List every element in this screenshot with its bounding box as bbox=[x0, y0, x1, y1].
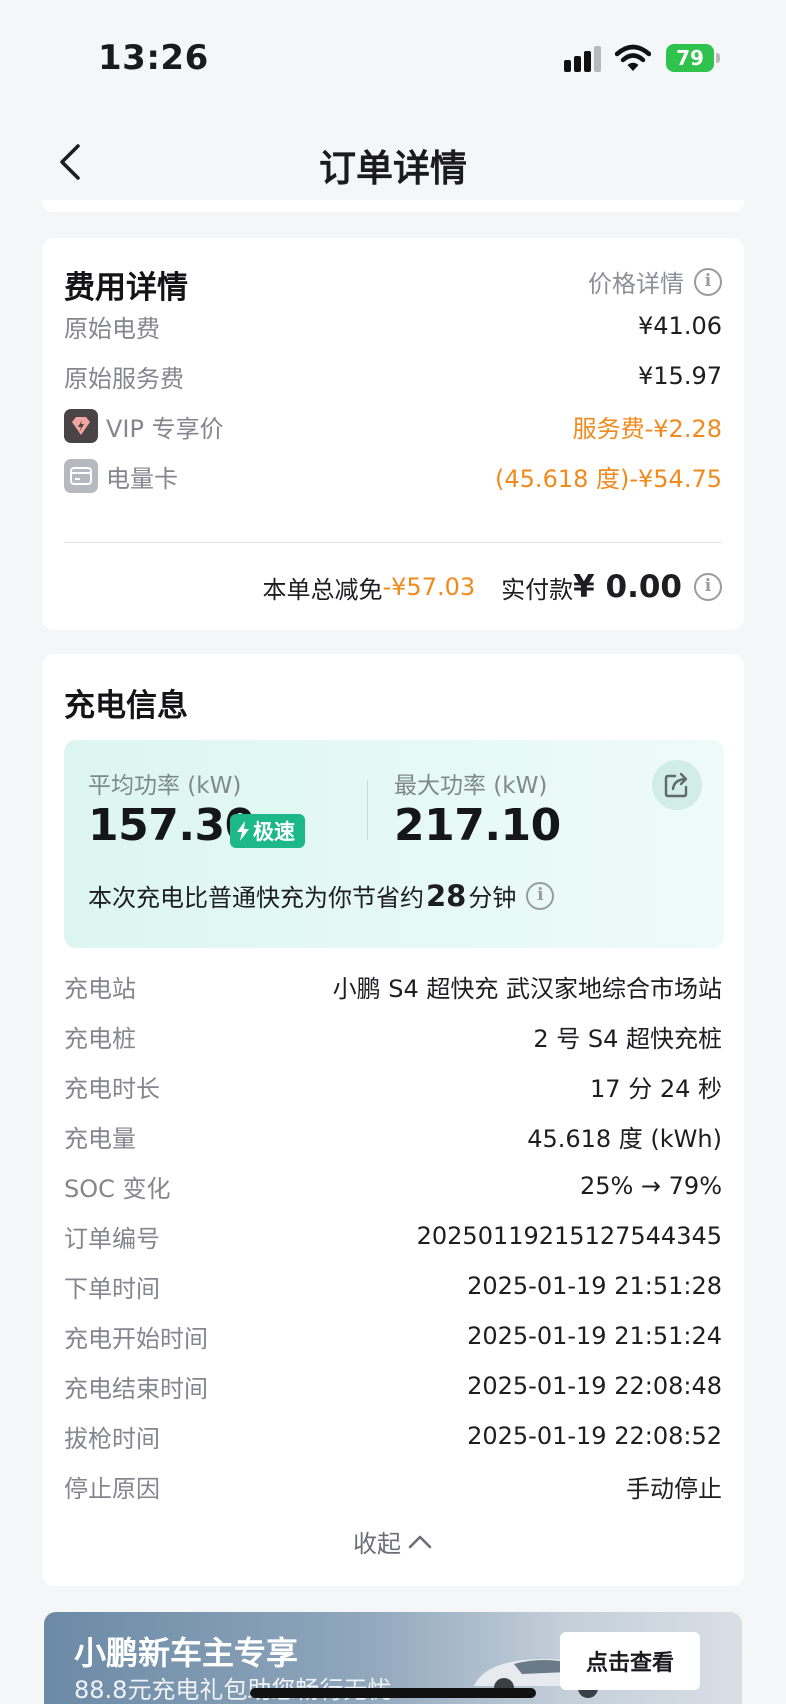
fee-details-card: 费用详情 价格详情 i 原始电费 ¥41.06 原始服务费 ¥15.97 VIP… bbox=[42, 238, 744, 630]
charge-row-order-time: 下单时间 2025-01-19 21:51:28 bbox=[64, 1266, 722, 1306]
battery-cap bbox=[716, 53, 720, 63]
home-indicator bbox=[250, 1688, 536, 1698]
charge-row-label: 充电站 bbox=[64, 974, 136, 1003]
max-power-label: 最大功率 (kW) bbox=[394, 773, 548, 799]
charge-row-value: 25% → 79% bbox=[579, 1172, 722, 1200]
total-line: 本单总减免 -¥57.03 实付款 ¥ 0.00 i bbox=[262, 564, 722, 610]
fee-row-value: 服务费-¥2.28 bbox=[572, 414, 722, 443]
fee-row-electricity: 原始电费 ¥41.06 bbox=[64, 306, 722, 346]
charge-row-label: 拔枪时间 bbox=[64, 1424, 160, 1453]
charge-row-value: 2 号 S4 超快充桩 bbox=[533, 1024, 722, 1053]
charge-row-label: 充电桩 bbox=[64, 1024, 136, 1053]
chevron-up-icon bbox=[408, 1535, 432, 1548]
charge-row-order-number: 订单编号 20250119215127544345 bbox=[64, 1216, 722, 1256]
charge-row-label: 充电结束时间 bbox=[64, 1374, 208, 1403]
power-summary: 平均功率 (kW) 157.30 极速 最大功率 (kW) 217.10 本次充… bbox=[64, 740, 724, 948]
status-bar: 13:26 79 bbox=[0, 0, 786, 110]
fee-row-label: VIP 专享价 bbox=[106, 414, 224, 443]
vip-diamond-icon bbox=[64, 409, 98, 443]
charge-row-energy: 充电量 45.618 度 (kWh) bbox=[64, 1116, 722, 1156]
fast-badge-label: 极速 bbox=[253, 820, 295, 844]
paid-label: 实付款 bbox=[501, 575, 574, 604]
charge-row-unplug-time: 拔枪时间 2025-01-19 22:08:52 bbox=[64, 1416, 722, 1456]
fee-row-vip: VIP 专享价 服务费-¥2.28 bbox=[64, 406, 722, 446]
nav-bar: 订单详情 bbox=[0, 120, 786, 204]
total-discount-value: -¥57.03 bbox=[382, 573, 476, 601]
info-icon[interactable]: i bbox=[526, 881, 555, 910]
charge-row-label: SOC 变化 bbox=[64, 1174, 171, 1203]
fee-row-value: ¥41.06 bbox=[638, 312, 722, 340]
charge-row-value: 2025-01-19 22:08:48 bbox=[467, 1372, 722, 1400]
info-icon[interactable]: i bbox=[694, 573, 722, 601]
charge-info-card: 充电信息 平均功率 (kW) 157.30 极速 最大功率 (kW) 217.1… bbox=[42, 654, 744, 1586]
charge-info-title: 充电信息 bbox=[64, 688, 188, 724]
charge-row-value: 17 分 24 秒 bbox=[590, 1074, 722, 1103]
charge-row-duration: 充电时长 17 分 24 秒 bbox=[64, 1066, 722, 1106]
banner-title: 小鹏新车主专享 bbox=[74, 1634, 299, 1672]
charge-row-end-time: 充电结束时间 2025-01-19 22:08:48 bbox=[64, 1366, 722, 1406]
avg-power-label: 平均功率 (kW) bbox=[88, 773, 242, 799]
total-discount-label: 本单总减免 bbox=[262, 575, 383, 604]
saving-suffix: 分钟 bbox=[468, 884, 517, 912]
charge-row-soc: SOC 变化 25% → 79% bbox=[64, 1166, 722, 1206]
fee-row-service: 原始服务费 ¥15.97 bbox=[64, 356, 722, 396]
fee-row-label: 电量卡 bbox=[106, 464, 178, 493]
wifi-icon bbox=[615, 44, 651, 71]
banner-subtitle: 88.8元充电礼包助您畅行无忧 bbox=[74, 1676, 392, 1704]
charge-row-label: 充电时长 bbox=[64, 1074, 160, 1103]
fee-row-label: 原始电费 bbox=[64, 314, 160, 343]
charge-row-label: 充电开始时间 bbox=[64, 1324, 208, 1353]
charge-row-start-time: 充电开始时间 2025-01-19 21:51:24 bbox=[64, 1316, 722, 1356]
cellular-signal-icon bbox=[564, 46, 601, 72]
charge-row-value: 2025-01-19 22:08:52 bbox=[467, 1422, 722, 1450]
charge-row-pile: 充电桩 2 号 S4 超快充桩 bbox=[64, 1016, 722, 1056]
previous-card-edge bbox=[42, 200, 744, 212]
price-detail-label: 价格详情 bbox=[588, 270, 684, 298]
status-time: 13:26 bbox=[98, 38, 209, 78]
share-button[interactable] bbox=[652, 760, 702, 810]
fee-row-energy-card: 电量卡 (45.618 度)-¥54.75 bbox=[64, 456, 722, 496]
fast-badge: 极速 bbox=[230, 814, 305, 848]
view-button[interactable]: 点击查看 bbox=[560, 1632, 700, 1690]
charge-row-label: 下单时间 bbox=[64, 1274, 160, 1303]
charge-row-station: 充电站 小鹏 S4 超快充 武汉家地综合市场站 bbox=[64, 966, 722, 1006]
fee-row-value: ¥15.97 bbox=[638, 362, 722, 390]
collapse-label: 收起 bbox=[353, 1530, 401, 1558]
battery-indicator: 79 bbox=[666, 44, 720, 72]
lightning-icon bbox=[237, 821, 249, 841]
charge-row-value: 手动停止 bbox=[626, 1474, 722, 1503]
charge-row-value: 2025-01-19 21:51:28 bbox=[467, 1272, 722, 1300]
battery-level: 79 bbox=[666, 44, 714, 72]
fee-row-value: (45.618 度)-¥54.75 bbox=[495, 464, 722, 493]
charge-row-label: 订单编号 bbox=[64, 1224, 160, 1253]
price-detail-link[interactable]: 价格详情 i bbox=[588, 264, 722, 299]
divider bbox=[64, 542, 722, 543]
info-icon: i bbox=[694, 267, 722, 296]
divider bbox=[367, 780, 368, 840]
fee-row-label: 原始服务费 bbox=[64, 364, 184, 393]
share-icon bbox=[664, 772, 688, 798]
charge-row-value: 小鹏 S4 超快充 武汉家地综合市场站 bbox=[332, 974, 722, 1003]
charge-row-stop-reason: 停止原因 手动停止 bbox=[64, 1466, 722, 1506]
fee-details-title: 费用详情 bbox=[64, 270, 188, 306]
collapse-button[interactable]: 收起 bbox=[42, 1524, 744, 1559]
charge-row-value: 20250119215127544345 bbox=[416, 1222, 722, 1250]
saving-minutes: 28 bbox=[426, 878, 467, 913]
charge-row-value: 45.618 度 (kWh) bbox=[527, 1124, 722, 1153]
max-power-value: 217.10 bbox=[394, 800, 561, 851]
charge-row-label: 停止原因 bbox=[64, 1474, 160, 1503]
paid-amount: ¥ 0.00 bbox=[573, 569, 682, 605]
time-saving-line: 本次充电比普通快充为你节省约 28 分钟 i bbox=[88, 878, 555, 913]
saving-prefix: 本次充电比普通快充为你节省约 bbox=[88, 884, 424, 912]
charge-row-value: 2025-01-19 21:51:24 bbox=[467, 1322, 722, 1350]
energy-card-icon bbox=[64, 459, 98, 493]
charge-row-label: 充电量 bbox=[64, 1124, 136, 1153]
page-title: 订单详情 bbox=[319, 147, 467, 190]
